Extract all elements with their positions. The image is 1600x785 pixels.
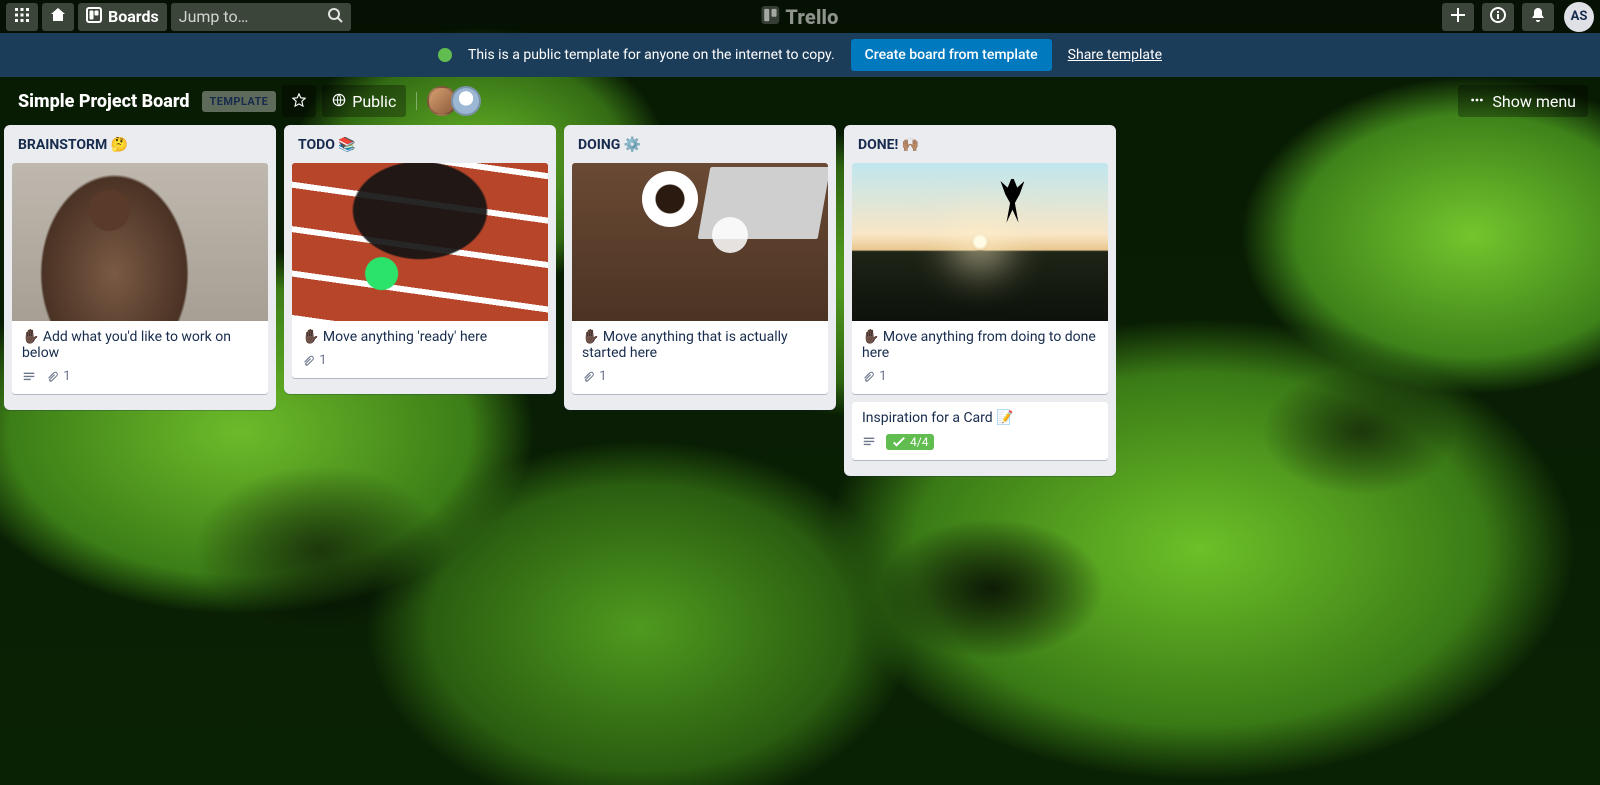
divider [416, 92, 417, 110]
attachment-count: 1 [63, 369, 70, 384]
star-icon [292, 92, 306, 111]
apps-icon [14, 7, 30, 27]
board-header: Simple Project Board TEMPLATE Public Sho… [0, 77, 1600, 125]
trello-icon [761, 5, 779, 29]
checklist-badge: 4/4 [886, 434, 934, 450]
apps-button[interactable] [6, 3, 38, 31]
description-icon [862, 435, 876, 450]
show-menu-button[interactable]: Show menu [1458, 85, 1588, 117]
share-template-link[interactable]: Share template [1068, 47, 1162, 63]
public-indicator-icon [438, 48, 452, 62]
jump-to-search[interactable]: Jump to… [171, 3, 351, 31]
card[interactable]: Inspiration for a Card 📝4/4 [852, 402, 1108, 460]
member-avatar[interactable] [451, 86, 481, 116]
show-menu-label: Show menu [1492, 92, 1576, 111]
card-badges: 4/4 [852, 434, 1108, 460]
top-nav: Boards Jump to… Trello AS [0, 0, 1600, 33]
create-button[interactable] [1442, 3, 1474, 31]
card-cover [292, 163, 548, 321]
jump-placeholder: Jump to… [179, 7, 249, 26]
list-title[interactable]: TODO 📚 [292, 133, 548, 163]
list-title[interactable]: DONE! 🙌🏽 [852, 133, 1108, 163]
description-icon [22, 369, 36, 384]
brand-name: Trello [785, 5, 838, 29]
info-button[interactable] [1482, 3, 1514, 31]
avatar-initials: AS [1571, 9, 1588, 24]
card-badges: 1 [572, 369, 828, 394]
plus-icon [1450, 7, 1466, 27]
star-board-button[interactable] [282, 85, 316, 117]
template-banner: This is a public template for anyone on … [0, 33, 1600, 77]
card-title: ✋🏿 Add what you'd like to work on below [12, 321, 268, 369]
template-badge: TEMPLATE [202, 91, 277, 112]
card-badges: 1 [852, 369, 1108, 394]
attachment-count: 1 [879, 369, 886, 384]
visibility-label: Public [352, 92, 396, 111]
card-badges: 1 [292, 353, 548, 378]
card-title: Inspiration for a Card 📝 [852, 402, 1108, 434]
list[interactable]: BRAINSTORM 🤔✋🏿 Add what you'd like to wo… [4, 125, 276, 410]
card[interactable]: ✋🏿 Move anything from doing to done here… [852, 163, 1108, 394]
attachment-badge: 1 [302, 353, 327, 368]
board-title[interactable]: Simple Project Board [12, 91, 196, 112]
card[interactable]: ✋🏿 Move anything 'ready' here 1 [292, 163, 548, 378]
globe-icon [332, 92, 346, 111]
list-title[interactable]: BRAINSTORM 🤔 [12, 133, 268, 163]
list[interactable]: DOING ⚙️ ✋🏿 Move anything that is actuall… [564, 125, 836, 410]
boards-label: Boards [108, 7, 159, 26]
list-title[interactable]: DOING ⚙️ [572, 133, 828, 163]
card-cover [572, 163, 828, 321]
info-icon [1490, 7, 1506, 27]
visibility-button[interactable]: Public [322, 85, 406, 117]
attachment-badge: 1 [46, 369, 71, 384]
banner-message: This is a public template for anyone on … [468, 47, 835, 63]
brand-logo[interactable]: Trello [761, 5, 838, 29]
board-canvas[interactable]: BRAINSTORM 🤔✋🏿 Add what you'd like to wo… [0, 125, 1600, 785]
card-badges: 1 [12, 369, 268, 394]
card[interactable]: ✋🏿 Add what you'd like to work on below … [12, 163, 268, 394]
attachment-count: 1 [599, 369, 606, 384]
card[interactable]: ✋🏿 Move anything that is actually starte… [572, 163, 828, 394]
list[interactable]: TODO 📚✋🏿 Move anything 'ready' here 1 [284, 125, 556, 394]
board-members[interactable] [427, 86, 481, 116]
notifications-button[interactable] [1522, 3, 1554, 31]
user-avatar[interactable]: AS [1564, 2, 1594, 32]
home-icon [50, 7, 66, 27]
list[interactable]: DONE! 🙌🏽✋🏿 Move anything from doing to d… [844, 125, 1116, 476]
attachment-count: 1 [319, 353, 326, 368]
search-icon [327, 7, 343, 27]
boards-button[interactable]: Boards [78, 3, 167, 31]
home-button[interactable] [42, 3, 74, 31]
ellipsis-icon [1470, 92, 1484, 111]
boards-icon [86, 7, 102, 27]
checklist-count: 4/4 [910, 435, 928, 449]
card-title: ✋🏿 Move anything that is actually starte… [572, 321, 828, 369]
card-cover [852, 163, 1108, 321]
card-title: ✋🏿 Move anything 'ready' here [292, 321, 548, 353]
card-cover [12, 163, 268, 321]
attachment-badge: 1 [582, 369, 607, 384]
card-title: ✋🏿 Move anything from doing to done here [852, 321, 1108, 369]
attachment-badge: 1 [862, 369, 887, 384]
create-board-button[interactable]: Create board from template [851, 39, 1052, 71]
bell-icon [1530, 7, 1546, 27]
